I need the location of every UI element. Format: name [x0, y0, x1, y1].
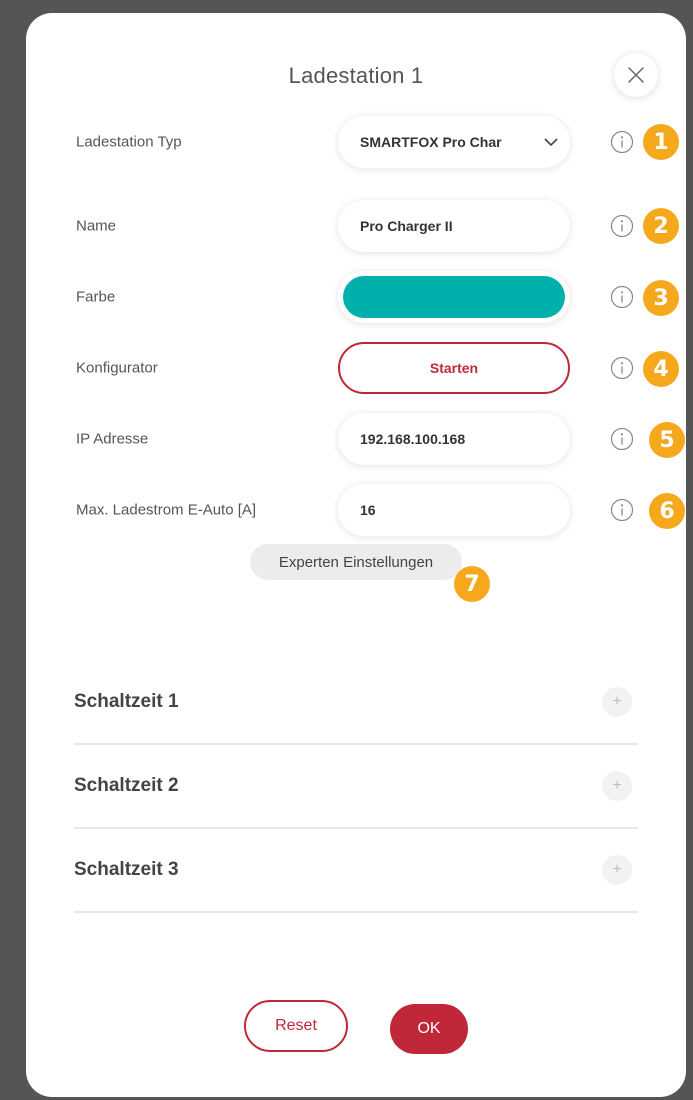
field-label: Konfigurator — [76, 359, 158, 377]
field-label: Max. Ladestrom E-Auto [A] — [76, 501, 257, 519]
callout-badge-3: 3 — [643, 280, 679, 316]
schaltzeit-row: Schaltzeit 1 + — [74, 661, 638, 745]
close-button[interactable] — [614, 53, 658, 97]
starten-button[interactable]: Starten — [338, 342, 570, 394]
row-ip-adresse: IP Adresse 192.168.100.168 — [26, 409, 686, 469]
info-icon[interactable] — [610, 356, 634, 380]
schaltzeit-label: Schaltzeit 1 — [74, 691, 179, 712]
schaltzeit-label: Schaltzeit 2 — [74, 775, 179, 796]
schaltzeit-label: Schaltzeit 3 — [74, 859, 179, 880]
callout-badge-2: 2 — [643, 208, 679, 244]
row-konfigurator: Konfigurator Starten — [26, 338, 686, 398]
add-schaltzeit-button[interactable]: + — [602, 855, 632, 885]
info-icon[interactable] — [610, 285, 634, 309]
max-ladestrom-input[interactable]: 16 — [338, 484, 570, 536]
reset-button[interactable]: Reset — [244, 1000, 348, 1052]
name-input[interactable]: Pro Charger II — [338, 200, 570, 252]
ladestation-typ-select[interactable]: SMARTFOX Pro Char — [338, 116, 570, 168]
info-icon[interactable] — [610, 214, 634, 238]
callout-badge-6: 6 — [649, 493, 685, 529]
selected-value: SMARTFOX Pro Char — [360, 134, 502, 150]
info-icon[interactable] — [610, 498, 634, 522]
ok-button[interactable]: OK — [390, 1004, 468, 1054]
close-icon — [628, 67, 644, 83]
field-label: Ladestation Typ — [76, 133, 182, 151]
schaltzeit-row: Schaltzeit 2 + — [74, 745, 638, 829]
ip-address-input[interactable]: 192.168.100.168 — [338, 413, 570, 465]
callout-badge-1: 1 — [643, 124, 679, 160]
add-schaltzeit-button[interactable]: + — [602, 771, 632, 801]
field-label: Name — [76, 217, 117, 235]
ladestation-dialog: Ladestation 1 Ladestation Typ SMARTFOX P… — [26, 13, 686, 1097]
add-schaltzeit-button[interactable]: + — [602, 687, 632, 717]
row-farbe: Farbe — [26, 267, 686, 327]
field-label: IP Adresse — [76, 430, 149, 448]
chevron-down-icon — [544, 137, 558, 147]
color-picker[interactable] — [338, 271, 570, 323]
dialog-title: Ladestation 1 — [288, 63, 424, 88]
experten-einstellungen-button[interactable]: Experten Einstellungen — [250, 544, 462, 580]
schaltzeit-row: Schaltzeit 3 + — [74, 829, 638, 913]
callout-badge-7: 7 — [454, 566, 490, 602]
callout-badge-4: 4 — [643, 351, 679, 387]
row-max-ladestrom: Max. Ladestrom E-Auto [A] 16 — [26, 480, 686, 540]
field-label: Farbe — [76, 288, 116, 306]
info-icon[interactable] — [610, 130, 634, 154]
callout-badge-5: 5 — [649, 422, 685, 458]
row-ladestation-typ: Ladestation Typ SMARTFOX Pro Char — [26, 112, 686, 172]
info-icon[interactable] — [610, 427, 634, 451]
row-name: Name Pro Charger II — [26, 196, 686, 256]
color-swatch — [343, 276, 565, 318]
